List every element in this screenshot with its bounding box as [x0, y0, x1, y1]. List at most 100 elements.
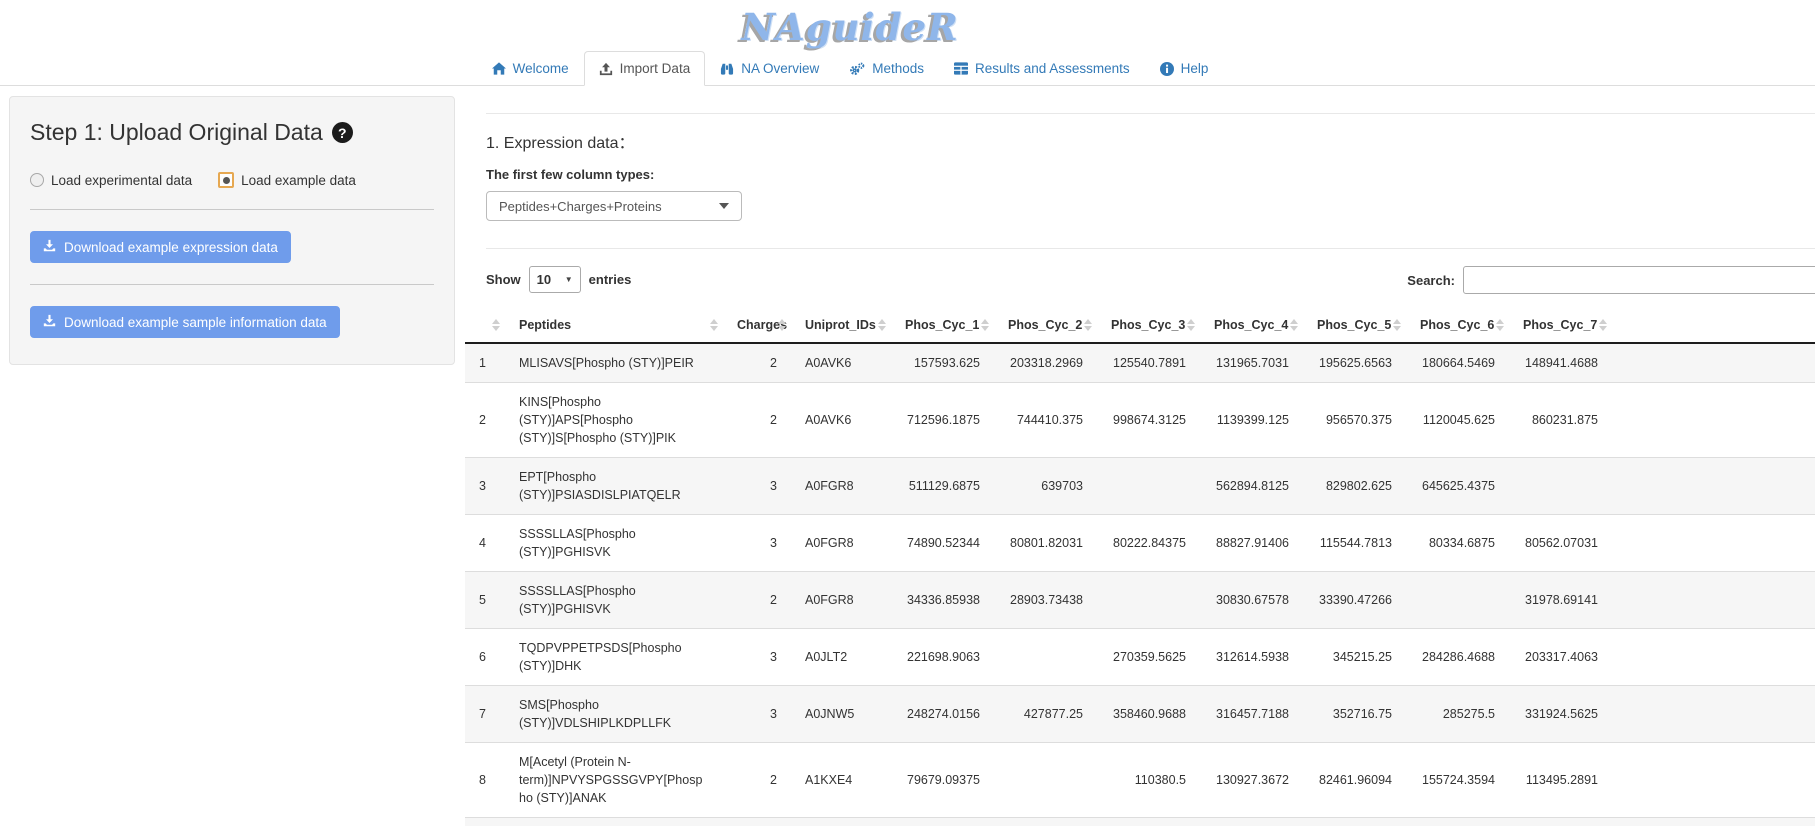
caret-down-icon	[719, 203, 729, 209]
cell-filler	[1612, 572, 1815, 629]
cell-phos-cyc-6: 1120045.625	[1406, 383, 1509, 458]
cell-phos-cyc-7: 113495.2891	[1509, 743, 1612, 818]
column-header-index[interactable]	[465, 308, 505, 343]
table-row: 2KINS[Phospho (STY)]APS[Phospho (STY)]S[…	[465, 383, 1815, 458]
tab-label: Methods	[872, 61, 924, 76]
cell-phos-cyc-5: 195625.6563	[1303, 343, 1406, 383]
cell-phos-cyc-3: 998674.3125	[1097, 383, 1200, 458]
page-length-select[interactable]: 10 ▼	[529, 266, 581, 293]
cell-partial	[791, 818, 891, 826]
column-types-select[interactable]: Peptides+Charges+Proteins	[486, 191, 742, 221]
radio-button-icon[interactable]	[30, 173, 44, 187]
table-row: 8M[Acetyl (Protein N-term)]NPVYSPGSSGVPY…	[465, 743, 1815, 818]
tab-methods[interactable]: Methods	[834, 51, 939, 86]
radio-button-selected-icon[interactable]	[218, 172, 234, 188]
cell-phos-cyc-4: 316457.7188	[1200, 686, 1303, 743]
page: NAguideR Welcome Import Data NA Overview	[0, 0, 1815, 86]
header: NAguideR	[0, 0, 1700, 49]
divider	[30, 284, 434, 285]
cell-phos-cyc-4: 312614.5938	[1200, 629, 1303, 686]
cell-phos-cyc-1: 74890.52344	[891, 515, 994, 572]
cell-peptides: SSSSLLAS[Phospho (STY)]PGHISVK	[505, 515, 723, 572]
column-header-label: Phos_Cyc_6	[1420, 318, 1494, 332]
table-controls: Show 10 ▼ entries Search:	[465, 266, 1815, 296]
question-circle-icon[interactable]: ?	[332, 122, 353, 143]
column-header-phos-cyc-7[interactable]: Phos_Cyc_7	[1509, 308, 1612, 343]
show-label: Show	[486, 272, 521, 287]
cell-phos-cyc-6: 284286.4688	[1406, 629, 1509, 686]
column-header-label: Phos_Cyc_5	[1317, 318, 1391, 332]
cell-charges: 3	[723, 515, 791, 572]
column-header-filler	[1612, 308, 1815, 343]
cell-peptides: M[Acetyl (Protein N-term)]NPVYSPGSSGVPY[…	[505, 743, 723, 818]
cell-peptides: SMS[Phospho (STY)]VDLSHIPLKDPLLFK	[505, 686, 723, 743]
column-header-phos-cyc-4[interactable]: Phos_Cyc_4	[1200, 308, 1303, 343]
cell-phos-cyc-6: 155724.3594	[1406, 743, 1509, 818]
cell-partial	[1097, 818, 1200, 826]
sort-icon[interactable]	[1290, 319, 1298, 331]
sort-icon[interactable]	[878, 319, 886, 331]
tab-na-overview[interactable]: NA Overview	[705, 51, 834, 86]
cell-phos-cyc-2	[994, 743, 1097, 818]
column-header-phos-cyc-5[interactable]: Phos_Cyc_5	[1303, 308, 1406, 343]
sort-icon[interactable]	[1187, 319, 1195, 331]
tab-label: Welcome	[513, 61, 569, 76]
table-row-partial	[465, 818, 1815, 826]
column-header-phos-cyc-1[interactable]: Phos_Cyc_1	[891, 308, 994, 343]
column-header-label: Phos_Cyc_7	[1523, 318, 1597, 332]
column-header-phos-cyc-6[interactable]: Phos_Cyc_6	[1406, 308, 1509, 343]
radio-label: Load experimental data	[51, 173, 192, 188]
table-icon	[954, 62, 968, 75]
cell-phos-cyc-1: 511129.6875	[891, 458, 994, 515]
cell-partial	[994, 818, 1097, 826]
cell-row-index: 6	[465, 629, 505, 686]
cell-charges: 3	[723, 629, 791, 686]
table-header-row: PeptidesChargesUniprot_IDs Phos_Cyc_1 Phos…	[465, 308, 1815, 343]
tab-import-data[interactable]: Import Data	[584, 51, 706, 86]
button-label: Download example sample information data	[64, 315, 327, 330]
download-sample-information-button[interactable]: Download example sample information data	[30, 306, 340, 338]
sort-icon[interactable]	[1599, 319, 1607, 331]
column-header-peptides[interactable]: Peptides	[505, 308, 723, 343]
column-header-label: Phos_Cyc_1	[905, 318, 979, 332]
cell-filler	[1612, 515, 1815, 572]
sort-icon[interactable]	[778, 319, 786, 331]
tab-label: Results and Assessments	[975, 61, 1130, 76]
cell-phos-cyc-1: 248274.0156	[891, 686, 994, 743]
column-header-charges[interactable]: Charges	[723, 308, 791, 343]
tab-welcome[interactable]: Welcome	[477, 51, 584, 86]
caret-down-icon: ▼	[565, 275, 573, 284]
search-input[interactable]	[1463, 266, 1815, 294]
main-nav: Welcome Import Data NA Overview Methods	[0, 51, 1815, 86]
sort-icon[interactable]	[1393, 319, 1401, 331]
radio-load-experimental-data[interactable]: Load experimental data	[30, 173, 192, 188]
cell-partial	[891, 818, 994, 826]
sort-icon[interactable]	[1084, 319, 1092, 331]
download-expression-data-button[interactable]: Download example expression data	[30, 231, 291, 263]
table-row: 5SSSSLLAS[Phospho (STY)]PGHISVK2A0FGR834…	[465, 572, 1815, 629]
panel-title: Step 1: Upload Original Data	[30, 119, 323, 146]
download-icon	[43, 239, 56, 255]
cell-phos-cyc-4: 130927.3672	[1200, 743, 1303, 818]
cell-phos-cyc-7: 31978.69141	[1509, 572, 1612, 629]
cell-filler	[1612, 743, 1815, 818]
tab-results-assessments[interactable]: Results and Assessments	[939, 51, 1145, 86]
column-header-phos-cyc-3[interactable]: Phos_Cyc_3	[1097, 308, 1200, 343]
sort-icon[interactable]	[492, 319, 500, 331]
cell-phos-cyc-5: 956570.375	[1303, 383, 1406, 458]
column-types-selected-value: Peptides+Charges+Proteins	[499, 199, 662, 214]
column-header-phos-cyc-2[interactable]: Phos_Cyc_2	[994, 308, 1097, 343]
cell-phos-cyc-5: 352716.75	[1303, 686, 1406, 743]
cell-phos-cyc-5: 115544.7813	[1303, 515, 1406, 572]
cell-phos-cyc-1: 712596.1875	[891, 383, 994, 458]
sort-icon[interactable]	[981, 319, 989, 331]
tab-help[interactable]: Help	[1145, 51, 1224, 86]
cell-row-index: 5	[465, 572, 505, 629]
radio-load-example-data[interactable]: Load example data	[218, 172, 356, 188]
cell-charges: 3	[723, 686, 791, 743]
cell-phos-cyc-3: 110380.5	[1097, 743, 1200, 818]
sort-icon[interactable]	[1496, 319, 1504, 331]
cell-peptides: MLISAVS[Phospho (STY)]PEIR	[505, 343, 723, 383]
column-header-uniprot-ids[interactable]: Uniprot_IDs	[791, 308, 891, 343]
sort-icon[interactable]	[710, 319, 718, 331]
